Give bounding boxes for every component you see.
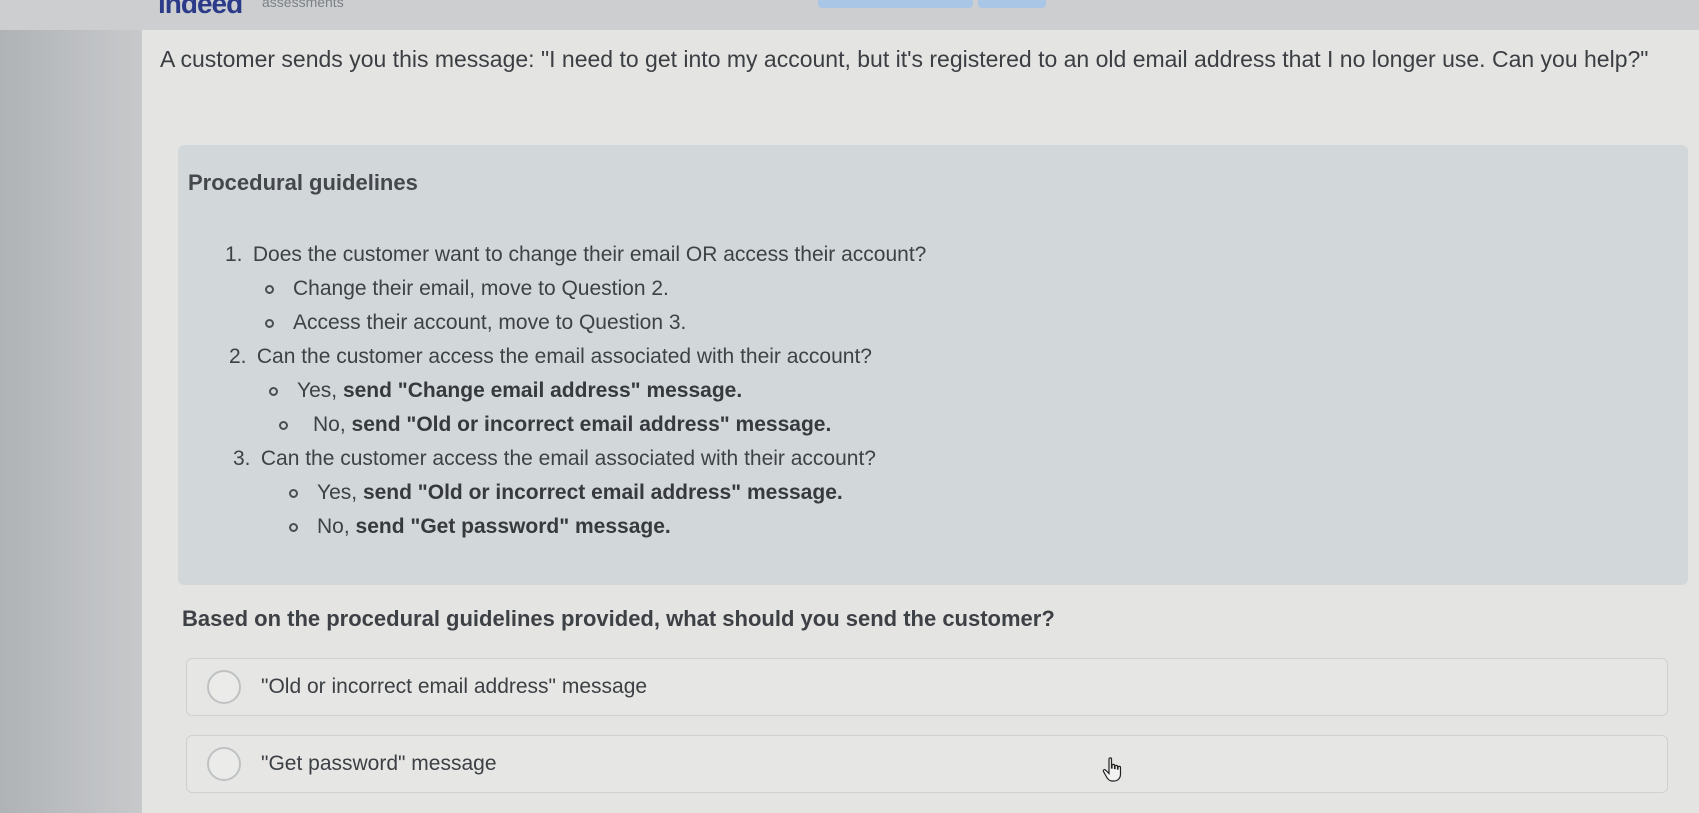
header-button-secondary[interactable] [978, 0, 1046, 8]
circle-bullet-icon [279, 421, 288, 430]
radio-button[interactable] [207, 670, 241, 704]
hand-pointer-icon [1102, 757, 1122, 782]
top-bar: indeed assessments [0, 0, 1699, 30]
guideline-step-2: 2. Can the customer access the email ass… [225, 340, 926, 374]
guidelines-title: Procedural guidelines [188, 170, 418, 195]
radio-button[interactable] [207, 747, 241, 781]
answer-option-label: "Old or incorrect email address" message [261, 675, 648, 698]
guideline-substep: Change their email, move to Question 2. [225, 272, 926, 306]
question-text: A customer sends you this message: "I ne… [160, 46, 1649, 72]
guideline-substep: Yes, send "Change email address" message… [225, 374, 926, 408]
circle-bullet-icon [265, 285, 274, 294]
step-number: 2. [229, 345, 247, 368]
guideline-substep: No, send "Get password" message. [225, 510, 926, 544]
answer-option-label: "Get password" message [261, 752, 497, 775]
step-text: Can the customer access the email associ… [256, 345, 872, 368]
circle-bullet-icon [269, 387, 278, 396]
answer-option-2[interactable]: "Get password" message [186, 735, 1668, 793]
step-text: Can the customer access the email associ… [260, 447, 876, 470]
guidelines-list: 1. Does the customer want to change thei… [225, 238, 926, 544]
guideline-substep: Access their account, move to Question 3… [225, 306, 926, 340]
circle-bullet-icon [289, 489, 298, 498]
answer-prompt: Based on the procedural guidelines provi… [182, 606, 1055, 631]
brand-subtitle: assessments [262, 0, 344, 10]
step-text: Does the customer want to change their e… [252, 243, 927, 266]
guideline-step-1: 1. Does the customer want to change thei… [225, 238, 926, 272]
guideline-step-3: 3. Can the customer access the email ass… [225, 442, 926, 476]
header-button[interactable] [818, 0, 973, 8]
guideline-substep: Yes, send "Old or incorrect email addres… [225, 476, 926, 510]
step-number: 1. [225, 243, 243, 266]
guideline-substep: No, send "Old or incorrect email address… [225, 408, 926, 442]
left-margin [0, 0, 142, 813]
step-number: 3. [233, 447, 251, 470]
answer-option-1[interactable]: "Old or incorrect email address" message [186, 658, 1668, 716]
circle-bullet-icon [289, 523, 298, 532]
brand-logo: indeed [158, 0, 243, 19]
circle-bullet-icon [265, 319, 274, 328]
